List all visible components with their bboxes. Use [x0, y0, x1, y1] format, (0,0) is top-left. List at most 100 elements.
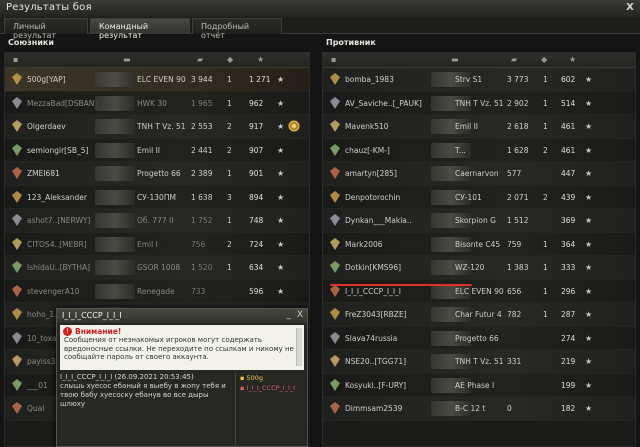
minimize-icon[interactable]: _	[287, 310, 292, 320]
table-row[interactable]: Mark2006 Bisonte C45 759 1 364 ★	[323, 232, 635, 256]
table-row[interactable]: Kosyukl..[F-URY] AE Phase I 199 ★	[323, 373, 635, 397]
table-row[interactable]: Slava74russia Progetto 66 274 ★	[323, 326, 635, 350]
player-name: IshidaU..[BYTHA]	[27, 263, 91, 272]
table-row[interactable]: Mavenk510 Emil II 2 618 1 461 ★	[323, 115, 635, 139]
kills-value: 2	[227, 122, 232, 131]
player-name: 123_Aleksander	[27, 192, 87, 202]
damage-column-icon[interactable]: ▰	[511, 55, 517, 64]
rank-icon	[12, 378, 22, 391]
vehicle-name: Об. 777 II	[137, 216, 174, 225]
xp-value: 602	[561, 75, 576, 84]
table-row[interactable]: ashot7..[NERWY] Об. 777 II 1 752 1 748 ★	[5, 209, 309, 233]
rank-icon	[330, 96, 340, 109]
xp-value: 748	[249, 216, 264, 225]
table-row[interactable]: Dotkin[KMS96] WZ-120 1 383 1 333 ★	[323, 256, 635, 280]
xp-value: 287	[561, 310, 576, 319]
star-icon: ★	[277, 145, 285, 155]
rank-icon	[12, 73, 22, 85]
vehicle-column-icon[interactable]: ▬	[451, 55, 459, 64]
close-icon[interactable]: X	[626, 2, 634, 13]
player-name: I_I_I_CCCP_I_I_I	[345, 286, 402, 296]
table-row[interactable]: CITOS4..[MEBR] Emil I 756 2 724 ★	[5, 232, 309, 256]
kills-column-icon[interactable]: ◆	[541, 55, 547, 64]
table-row[interactable]: amartyn[285] Caernarvon 577 447 ★	[323, 162, 635, 186]
table-row[interactable]: 500g[YAP] ELC EVEN 90 3 944 1 1 271 ★	[5, 68, 309, 92]
xp-value: 596	[249, 286, 264, 296]
red-underline-annotation	[330, 284, 472, 286]
vehicle-name: Emil I	[137, 239, 158, 249]
rank-icon	[330, 190, 340, 203]
table-row[interactable]: AV_Saviche..[_PAUK] TNH T Vz. 51 2 902 1 514…	[323, 91, 635, 115]
warning-scrollbar[interactable]	[296, 328, 302, 366]
enemies-table: ▪ ▬ ▰ ◆ ★ bomba_1983 Strv S1 3 773 1 602 ★ AV_…	[322, 52, 636, 447]
kills-column-icon[interactable]: ◆	[227, 55, 233, 64]
table-row[interactable]: Dynkan___Makla.. Skorpion G 1 512 369 ★	[323, 209, 635, 233]
player-name: ___01	[27, 380, 48, 390]
xp-value: 894	[249, 192, 264, 202]
kills-value: 1	[227, 75, 232, 84]
player-name: Mark2006	[345, 239, 383, 249]
vehicle-name: ELC EVEN 90	[455, 286, 504, 296]
table-row[interactable]: bomba_1983 Strv S1 3 773 1 602 ★	[323, 68, 635, 92]
tab-team-result[interactable]: Командный результат	[90, 18, 190, 40]
vehicle-column-icon[interactable]: ▬	[123, 55, 131, 64]
table-row[interactable]: chauz[-KM-] T... 1 628 2 461 ★	[323, 138, 635, 162]
player-name: semiongir[SB_5]	[27, 145, 89, 155]
vehicle-name: AE Phase I	[455, 380, 495, 390]
xp-column-icon[interactable]: ★	[569, 55, 576, 64]
table-row[interactable]: ZMEI681 Progetto 66 2 389 1 901 ★	[5, 162, 309, 186]
table-row[interactable]: stevengerA10 Renegade 733 596 ★	[5, 279, 309, 303]
xp-column-icon[interactable]: ★	[257, 55, 264, 64]
tab-bar: Личный результат Командный результат Под…	[0, 17, 640, 40]
damage-value: 2 441	[191, 145, 213, 155]
rank-icon	[330, 355, 340, 367]
allies-table-header: ▪ ▬ ▰ ◆ ★	[5, 53, 309, 68]
rank-icon	[12, 331, 22, 344]
tab-detailed-report[interactable]: Подробный отчёт	[192, 18, 282, 40]
table-row[interactable]: 123_Aleksander СУ-130ПМ 1 638 3 894 ★	[5, 185, 309, 209]
table-row[interactable]: FreZ3043[RBZE] Char Futur 4 782 1 287 ★	[323, 303, 635, 327]
rank-icon	[330, 261, 340, 273]
xp-value: 461	[561, 145, 576, 155]
kills-value: 2	[543, 192, 548, 202]
private-chat-window: I_I_I_CCCP_I_I_I _ X ! Внимание! Сообщен…	[56, 308, 308, 447]
table-row[interactable]: IshidaU..[BYTHA] GSOR 1008 1 520 1 634 ★	[5, 256, 309, 280]
damage-value: 756	[191, 239, 206, 249]
squad-column-icon[interactable]: ▪	[13, 55, 18, 64]
star-icon: ★	[585, 169, 593, 178]
player-name: chauz[-KM-]	[345, 145, 390, 155]
tab-personal-result[interactable]: Личный результат	[4, 18, 88, 40]
chat-member-other[interactable]: ▪ I_I_I_CCCP_I_I_I	[240, 383, 305, 393]
star-icon: ★	[585, 310, 593, 319]
kills-value: 1	[543, 310, 548, 319]
star-icon: ★	[585, 192, 593, 202]
warning-text: Сообщения от незнакомых игроков могут со…	[64, 336, 294, 361]
squad-column-icon[interactable]: ▪	[331, 55, 336, 64]
xp-value: 461	[561, 122, 576, 131]
player-name: 500g[YAP]	[27, 75, 66, 84]
xp-value: 724	[249, 239, 264, 249]
star-icon: ★	[585, 216, 593, 225]
player-name: Slava74russia	[345, 333, 398, 343]
star-icon: ★	[585, 98, 593, 108]
vehicle-name: TNH T Vz. 51	[455, 98, 504, 108]
table-row[interactable]: Dimmsam2539 B-C 12 t 0 182 ★	[323, 397, 635, 421]
table-row[interactable]: Denpotorochin СУ-101 2 071 2 439 ★	[323, 185, 635, 209]
table-row[interactable]: MezzaBad[DSBAN] HWK 30 1 965 1 962 ★	[5, 91, 309, 115]
kills-value: 2	[543, 145, 548, 155]
close-icon[interactable]: X	[297, 310, 303, 320]
chat-message-header: I_I_I_CCCP_I_I_I (26.09.2021 20:53:45)	[60, 373, 194, 381]
vehicle-name: WZ-120	[455, 263, 485, 272]
xp-value: 447	[561, 169, 576, 178]
damage-value: 0	[507, 404, 512, 413]
vehicle-icon	[95, 119, 135, 134]
damage-value: 1 638	[191, 192, 213, 202]
table-row[interactable]: semiongir[SB_5] Emil II 2 441 2 907 ★	[5, 138, 309, 162]
table-row[interactable]: NSE20..[TGG71] TNH T Vz. 51 331 219 ★	[323, 350, 635, 374]
rank-icon	[12, 96, 22, 109]
vehicle-name: GSOR 1008	[137, 263, 181, 272]
table-row[interactable]: Olgerdaev TNH T Vz. 51 2 553 2 917 ★	[5, 115, 309, 139]
damage-column-icon[interactable]: ▰	[197, 55, 203, 64]
chat-member-self[interactable]: ▪ 500g	[240, 373, 305, 383]
rank-icon	[12, 308, 22, 320]
